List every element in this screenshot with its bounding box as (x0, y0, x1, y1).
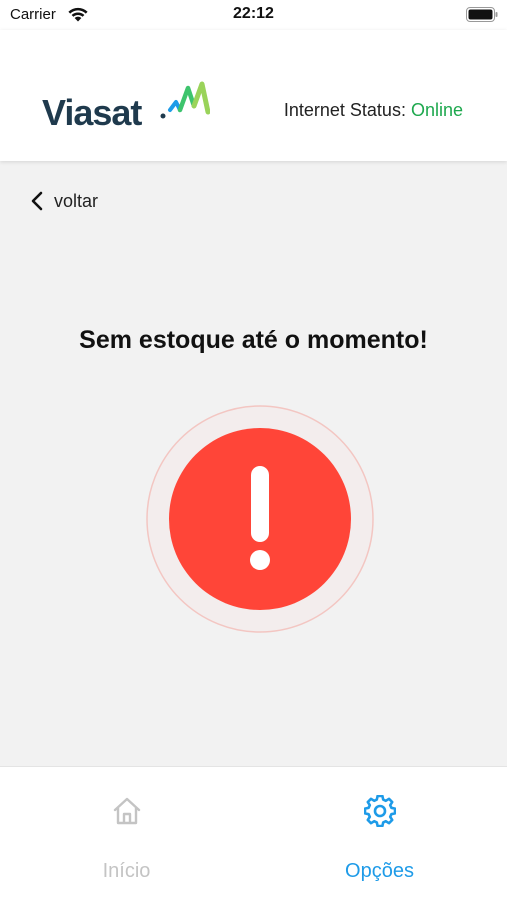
logo-wave-icon (160, 81, 210, 119)
tab-opcoes[interactable]: Opções (253, 767, 506, 901)
viasat-logo: Viasat (42, 80, 210, 140)
status-time: 22:12 (233, 5, 274, 22)
gear-icon (363, 795, 396, 827)
tab-inicio[interactable]: Início (0, 767, 253, 901)
status-bar: Carrier 22:12 (0, 0, 507, 30)
internet-status-label: Internet Status: (283, 100, 406, 120)
app-header: Viasat Internet Status: Online (0, 30, 507, 161)
battery-icon (466, 7, 498, 22)
home-icon (113, 797, 140, 825)
logo-text: Viasat (42, 92, 142, 133)
back-button[interactable]: voltar (30, 188, 98, 214)
tab-inicio-label: Início (102, 860, 151, 882)
tab-opcoes-label: Opções (345, 860, 414, 882)
exclamation-alert-icon (145, 404, 375, 634)
out-of-stock-message: Sem estoque até o momento! (79, 326, 428, 354)
tab-bar: Início Opções (0, 766, 507, 901)
internet-status: Internet Status: Online (284, 100, 463, 121)
back-label: voltar (54, 190, 99, 211)
chevron-left-icon (31, 191, 43, 211)
internet-status-value: Online (410, 100, 463, 120)
